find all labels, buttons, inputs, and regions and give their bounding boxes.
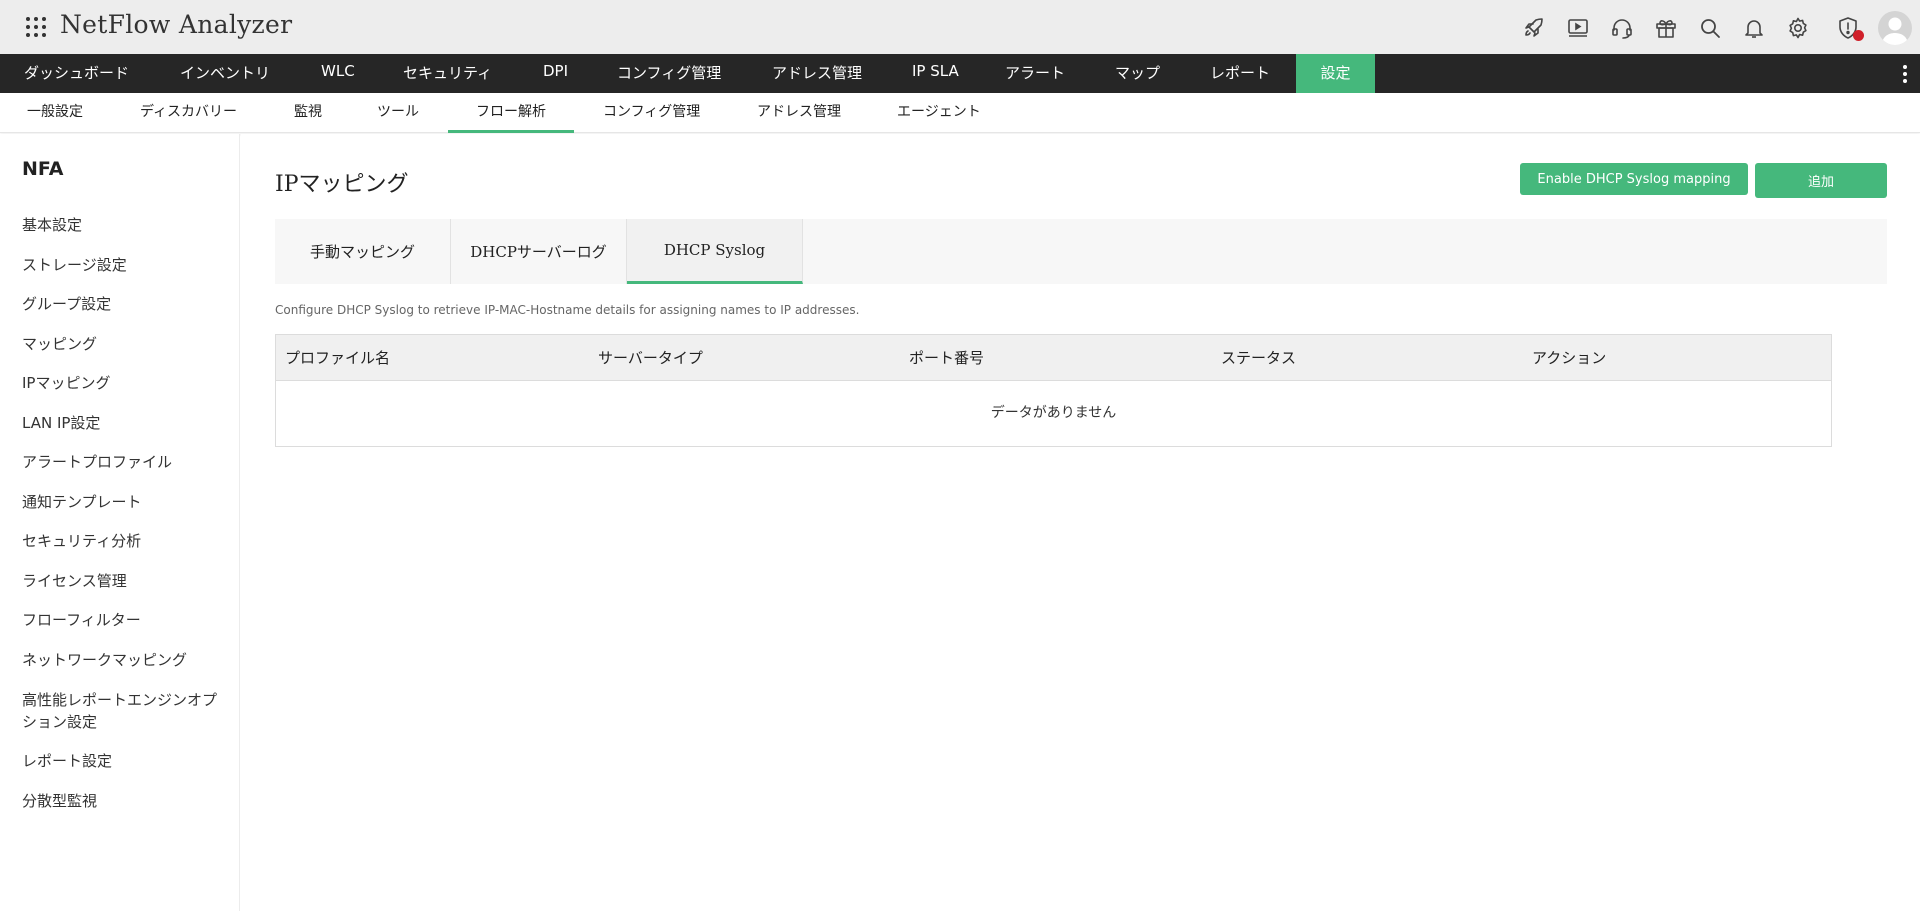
search-icon[interactable] [1698,16,1722,40]
sidebar-item-report-settings[interactable]: レポート設定 [22,750,222,772]
sidebar-item-ip-mapping[interactable]: IPマッピング [22,372,222,394]
nav-item-inventory[interactable]: インベントリ [180,54,270,93]
nav-item-security[interactable]: セキュリティ [403,54,492,93]
user-avatar-icon[interactable] [1878,11,1912,45]
nav-item-dashboard[interactable]: ダッシュボード [24,54,129,93]
tab-bar: 手動マッピング DHCPサーバーログ DHCP Syslog [275,219,1887,284]
sub-item-config[interactable]: コンフィグ管理 [603,93,700,133]
nav-item-settings[interactable]: 設定 [1296,54,1375,93]
column-header-status[interactable]: ステータス [1221,335,1296,381]
sidebar-item-lan-ip[interactable]: LAN IP設定 [22,412,222,434]
sidebar-item-alert-profile[interactable]: アラートプロファイル [22,451,222,473]
sub-item-general[interactable]: 一般設定 [27,93,83,133]
add-button[interactable]: 追加 [1755,163,1887,198]
sub-item-flow-analysis[interactable]: フロー解析 [448,93,574,133]
sub-item-agent[interactable]: エージェント [897,93,981,133]
table-header: プロファイル名 サーバータイプ ポート番号 ステータス アクション [276,335,1831,381]
nav-item-config[interactable]: コンフィグ管理 [617,54,721,93]
sidebar-item-network-mapping[interactable]: ネットワークマッピング [22,649,222,671]
rocket-icon[interactable] [1522,16,1546,40]
nav-item-wlc[interactable]: WLC [321,52,355,91]
sub-item-address[interactable]: アドレス管理 [757,93,841,133]
nav-item-report[interactable]: レポート [1210,54,1270,93]
profiles-table: プロファイル名 サーバータイプ ポート番号 ステータス アクション データがあり… [275,334,1832,447]
empty-table-message: データがありません [990,405,1117,421]
sidebar-item-basic[interactable]: 基本設定 [22,214,222,236]
nav-item-ipsla[interactable]: IP SLA [912,52,959,91]
nav-item-address[interactable]: アドレス管理 [772,54,862,93]
headset-icon[interactable] [1610,16,1634,40]
bell-icon[interactable] [1742,16,1766,40]
description-text: Configure DHCP Syslog to retrieve IP-MAC… [275,303,860,317]
tab-manual-mapping[interactable]: 手動マッピング [275,219,451,284]
video-icon[interactable] [1566,16,1590,40]
top-header: NetFlow Analyzer [0,0,1920,54]
sidebar-item-mapping[interactable]: マッピング [22,333,222,355]
sub-nav: 一般設定 ディスカバリー 監視 ツール フロー解析 コンフィグ管理 アドレス管理… [0,93,1920,133]
tab-dhcp-syslog[interactable]: DHCP Syslog [627,219,803,284]
page-title: IPマッピング [275,172,409,197]
enable-dhcp-syslog-button[interactable]: Enable DHCP Syslog mapping [1520,163,1748,195]
sub-item-tools[interactable]: ツール [377,93,419,133]
more-menu-icon[interactable] [1902,64,1908,84]
column-header-port[interactable]: ポート番号 [909,335,984,381]
sidebar-item-distributed[interactable]: 分散型監視 [22,790,222,812]
nav-item-map[interactable]: マップ [1115,54,1160,93]
sidebar: NFA 基本設定 ストレージ設定 グループ設定 マッピング IPマッピング LA… [0,134,240,911]
sidebar-item-group[interactable]: グループ設定 [22,293,222,315]
nav-item-alert[interactable]: アラート [1005,54,1065,93]
column-header-action: アクション [1532,349,1607,367]
column-header-profile-name[interactable]: プロファイル名 [285,335,390,381]
gear-icon[interactable] [1786,16,1810,40]
sidebar-item-storage[interactable]: ストレージ設定 [22,254,222,276]
sidebar-item-notification-template[interactable]: 通知テンプレート [22,491,222,513]
main-nav: ダッシュボード インベントリ WLC セキュリティ DPI コンフィグ管理 アド… [0,54,1920,93]
app-title: NetFlow Analyzer [60,10,293,39]
sidebar-title: NFA [22,158,64,180]
nav-item-dpi[interactable]: DPI [543,52,568,91]
gift-icon[interactable] [1654,16,1678,40]
sidebar-item-security-analysis[interactable]: セキュリティ分析 [22,530,222,552]
tab-dhcp-server-log[interactable]: DHCPサーバーログ [451,219,627,284]
sidebar-item-license[interactable]: ライセンス管理 [22,570,222,592]
sub-item-monitoring[interactable]: 監視 [294,93,322,133]
main-content: IPマッピング Enable DHCP Syslog mapping 追加 手動… [241,134,1920,911]
sidebar-item-report-engine[interactable]: 高性能レポートエンジンオプション設定 [22,689,220,733]
alert-badge-dot [1853,30,1864,41]
sub-item-discovery[interactable]: ディスカバリー [140,93,237,133]
column-header-server-type[interactable]: サーバータイプ [598,335,703,381]
apps-grid-icon[interactable] [24,15,48,39]
sidebar-item-flow-filter[interactable]: フローフィルター [22,609,222,631]
